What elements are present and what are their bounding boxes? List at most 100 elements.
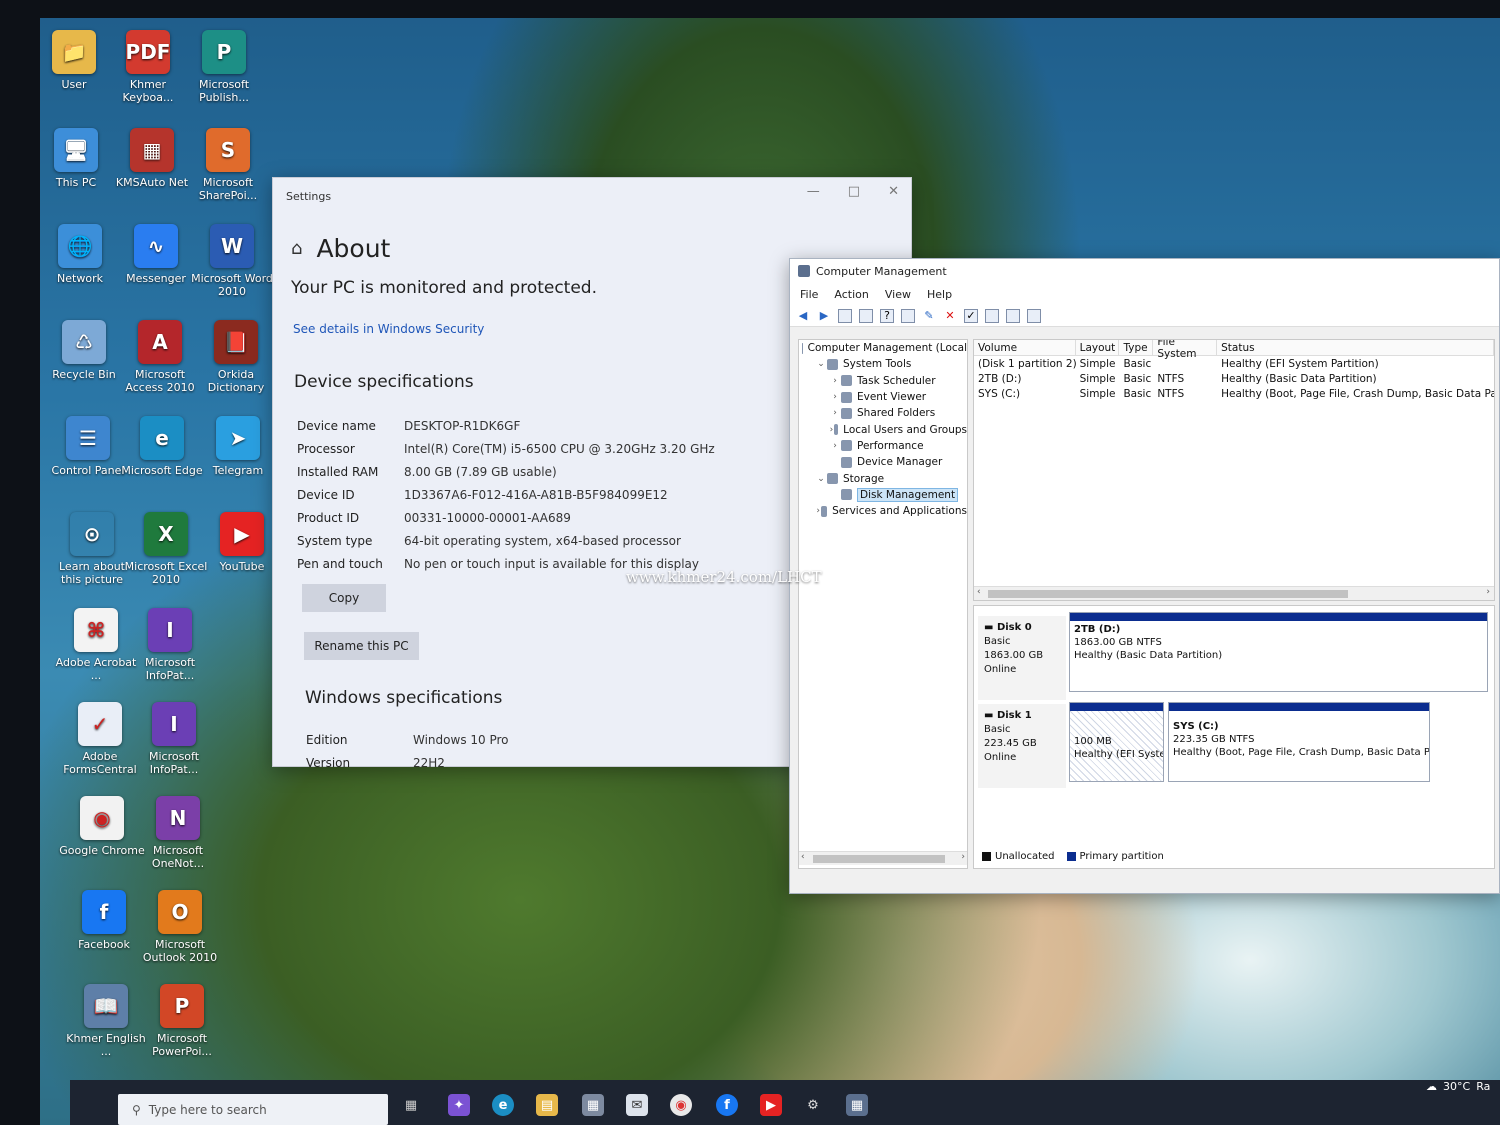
tree-item[interactable]: ⌄ Storage — [799, 470, 967, 486]
partition-efi[interactable]: 100 MB Healthy (EFI Syster — [1069, 702, 1164, 782]
tree-scrollbar[interactable]: ‹ › — [799, 851, 967, 865]
taskbar-search[interactable]: ⚲ Type here to search — [118, 1094, 388, 1125]
column-header[interactable]: Volume — [974, 340, 1076, 355]
store-icon[interactable]: ▦ — [582, 1094, 604, 1116]
edge-icon[interactable]: e — [492, 1094, 514, 1116]
desktop-icon[interactable]: N Microsoft OneNot... — [134, 796, 222, 870]
tree-item[interactable]: › Shared Folders — [799, 405, 967, 421]
desktop-icon-label: Facebook — [78, 938, 130, 951]
home-icon[interactable]: ⌂ — [291, 238, 302, 259]
computer-management-window[interactable]: Computer Management File Action View Help ◀… — [789, 258, 1500, 894]
forward-arrow-icon[interactable]: ▶ — [817, 309, 831, 323]
spec-label: System type — [297, 533, 373, 548]
view-icon[interactable] — [1027, 308, 1041, 323]
cm-titlebar[interactable]: Computer Management — [790, 259, 1499, 283]
copilot-icon[interactable]: ✦ — [448, 1094, 470, 1116]
desktop-icon[interactable]: PDF Khmer Keyboa... — [104, 30, 192, 104]
menu-item-file[interactable]: File — [800, 288, 818, 301]
desktop-icon[interactable]: 📕 Orkida Dictionary — [192, 320, 280, 394]
chrome-icon[interactable]: ◉ — [670, 1094, 692, 1116]
desktop-icon[interactable]: 🌐 Network — [36, 224, 124, 285]
check-icon[interactable]: ✓ — [964, 308, 978, 323]
properties-icon[interactable] — [901, 308, 915, 323]
file-explorer-icon[interactable]: ▤ — [536, 1094, 558, 1116]
tree-item[interactable]: ⌄ System Tools — [799, 356, 967, 372]
desktop-icon[interactable]: 📖 Khmer English ... — [62, 984, 150, 1058]
desktop-icon[interactable]: 🖥 This PC — [32, 128, 120, 189]
youtube-icon[interactable]: ▶ — [760, 1094, 782, 1116]
tree-item[interactable]: › Event Viewer — [799, 389, 967, 405]
desktop-icon[interactable]: S Microsoft SharePoi... — [184, 128, 272, 202]
legend-label: Unallocated — [995, 851, 1055, 862]
task-view-icon[interactable]: ▦ — [400, 1094, 422, 1116]
partition-d[interactable]: 2TB (D:) 1863.00 GB NTFS Healthy (Basic … — [1069, 612, 1488, 692]
desktop-icon[interactable]: ◉ Google Chrome — [58, 796, 146, 857]
table-row[interactable]: (Disk 1 partition 2) Simple Basic Healthy (… — [974, 356, 1494, 371]
expand-chevron-icon[interactable]: › — [829, 392, 841, 402]
close-icon[interactable]: ✕ — [888, 184, 899, 199]
back-arrow-icon[interactable]: ◀ — [796, 309, 810, 323]
desktop-icon[interactable]: A Microsoft Access 2010 — [116, 320, 204, 394]
expand-chevron-icon[interactable]: › — [829, 408, 841, 418]
desktop-icon[interactable]: ➤ Telegram — [194, 416, 282, 477]
desktop-icon[interactable]: I Microsoft InfoPat... — [130, 702, 218, 776]
expand-chevron-icon[interactable]: ⌄ — [815, 474, 827, 484]
disk-graphical-view[interactable]: ▬ Disk 0 Basic 1863.00 GB Online 2TB (D:… — [973, 605, 1495, 869]
partition-c[interactable]: SYS (C:) 223.35 GB NTFS Healthy (Boot, P… — [1168, 702, 1430, 782]
table-row[interactable]: 2TB (D:) Simple Basic NTFS Healthy (Basic Da… — [974, 371, 1494, 386]
expand-chevron-icon[interactable]: › — [829, 441, 841, 451]
search-icon: ⚲ — [132, 1102, 141, 1117]
windows-security-link[interactable]: See details in Windows Security — [293, 322, 484, 336]
rename-pc-button[interactable]: Rename this PC — [304, 632, 419, 660]
minimize-icon[interactable]: — — [807, 184, 820, 199]
desktop-icon[interactable]: P Microsoft PowerPoi... — [138, 984, 226, 1058]
delete-icon[interactable]: ✕ — [943, 309, 957, 323]
desktop-icon[interactable]: W Microsoft Word 2010 — [188, 224, 276, 298]
help-icon[interactable]: ? — [880, 308, 894, 323]
tree-item[interactable]: › Task Scheduler — [799, 373, 967, 389]
desktop-icon[interactable]: I Microsoft InfoPat... — [126, 608, 214, 682]
desktop-icon[interactable]: X Microsoft Excel 2010 — [122, 512, 210, 586]
desktop-icon[interactable]: O Microsoft Outlook 2010 — [136, 890, 224, 964]
desktop-icon[interactable]: P Microsoft Publish... — [180, 30, 268, 104]
disk-0-label[interactable]: ▬ Disk 0 Basic 1863.00 GB Online — [978, 616, 1066, 700]
show-hide-tree-icon[interactable] — [859, 308, 873, 323]
table-row[interactable]: SYS (C:) Simple Basic NTFS Healthy (Boot, Pa… — [974, 386, 1494, 401]
volume-list[interactable]: Volume Layout Type File System Status (Disk … — [973, 339, 1495, 601]
settings-gear-icon[interactable]: ⚙ — [802, 1094, 824, 1116]
tree-item[interactable]: Disk Management — [799, 487, 967, 503]
search-icon[interactable] — [1006, 308, 1020, 323]
expand-chevron-icon[interactable]: ⌄ — [815, 359, 827, 369]
maximize-icon[interactable]: □ — [848, 184, 860, 199]
column-header[interactable]: Layout — [1076, 340, 1120, 355]
column-header[interactable]: Type — [1119, 340, 1154, 355]
desktop-icon[interactable]: ∿ Messenger — [112, 224, 200, 285]
up-folder-icon[interactable] — [838, 308, 852, 323]
console-tree[interactable]: Computer Management (Local ⌄ System Tools ›… — [798, 339, 968, 869]
expand-chevron-icon[interactable]: › — [829, 376, 841, 386]
menu-item-view[interactable]: View — [885, 288, 911, 301]
disk-1-label[interactable]: ▬ Disk 1 Basic 223.45 GB Online — [978, 704, 1066, 788]
tree-item[interactable]: › Local Users and Groups — [799, 421, 967, 437]
computer-management-taskbar-icon[interactable]: ▦ — [846, 1094, 868, 1116]
desktop-icon[interactable]: ♺ Recycle Bin — [40, 320, 128, 381]
desktop-icon[interactable]: e Microsoft Edge — [118, 416, 206, 477]
tree-item[interactable]: Computer Management (Local — [799, 340, 967, 356]
facebook-icon[interactable]: f — [716, 1094, 738, 1116]
tree-item[interactable]: › Performance — [799, 438, 967, 454]
folder-icon[interactable] — [985, 308, 999, 323]
menu-item-action[interactable]: Action — [834, 288, 868, 301]
connect-icon[interactable]: ✎ — [922, 309, 936, 323]
desktop-icon[interactable]: f Facebook — [60, 890, 148, 951]
mail-icon[interactable]: ✉ — [626, 1094, 648, 1116]
volume-scrollbar[interactable]: ‹ › — [974, 586, 1494, 600]
tree-item[interactable]: Device Manager — [799, 454, 967, 470]
column-header[interactable]: Status — [1217, 340, 1494, 355]
menu-item-help[interactable]: Help — [927, 288, 952, 301]
column-header[interactable]: File System — [1153, 340, 1218, 360]
spec-label: Version — [306, 755, 351, 770]
weather-icon[interactable]: ☁ — [1426, 1080, 1437, 1093]
tree-item[interactable]: › Services and Applications — [799, 503, 967, 519]
desktop-icon[interactable]: ▦ KMSAuto Net — [108, 128, 196, 189]
copy-button[interactable]: Copy — [302, 584, 386, 612]
